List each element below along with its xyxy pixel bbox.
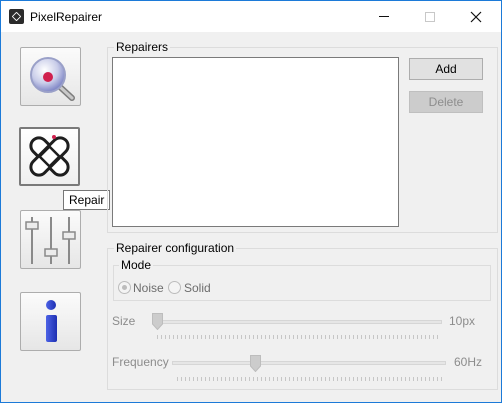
magnifier-icon <box>30 57 75 101</box>
mode-group-label: Mode <box>119 258 154 272</box>
frequency-label: Frequency <box>112 355 169 369</box>
sliders-icon <box>25 217 76 264</box>
size-slider-ticks <box>157 335 440 339</box>
size-label: Size <box>112 314 136 328</box>
solid-radio[interactable] <box>168 281 181 294</box>
add-button[interactable]: Add <box>409 58 483 80</box>
locate-button[interactable] <box>20 47 81 106</box>
close-button[interactable] <box>453 1 499 32</box>
size-slider-track[interactable] <box>152 320 442 324</box>
info-button[interactable] <box>20 292 81 351</box>
noise-radio[interactable] <box>118 281 131 294</box>
size-value: 10px <box>449 314 476 328</box>
solid-radio-label: Solid <box>184 281 211 295</box>
noise-radio-label: Noise <box>133 281 164 295</box>
size-slider-thumb[interactable] <box>152 313 163 330</box>
repairers-group-label: Repairers <box>114 40 171 54</box>
main-panel: Repair Repairers Add Delete Repairer con… <box>1 32 501 402</box>
frequency-slider-ticks <box>177 377 443 381</box>
delete-button[interactable]: Delete <box>409 91 483 113</box>
window-title: PixelRepairer <box>30 10 103 24</box>
configuration-group-label: Repairer configuration <box>114 241 237 255</box>
close-icon <box>470 11 482 22</box>
repairers-list[interactable] <box>112 57 399 227</box>
frequency-slider-thumb[interactable] <box>250 355 261 372</box>
repair-button[interactable] <box>19 127 80 186</box>
minimize-button[interactable] <box>361 1 407 32</box>
frequency-slider-track[interactable] <box>172 361 446 365</box>
repairers-group: Repairers Add Delete <box>107 40 498 233</box>
repairer-configuration-group: Repairer configuration Mode Noise Solid … <box>107 241 498 390</box>
maximize-button[interactable] <box>407 1 453 32</box>
title-bar[interactable]: PixelRepairer <box>1 1 501 32</box>
repair-tooltip: Repair <box>63 190 111 210</box>
settings-button[interactable] <box>20 210 81 269</box>
minimize-icon <box>379 16 389 17</box>
mode-group: Mode Noise Solid <box>113 258 491 301</box>
app-logo-icon <box>9 9 24 24</box>
app-window: PixelRepairer Repair Repairers Add Delet… <box>0 0 502 403</box>
maximize-icon <box>425 11 435 22</box>
frequency-value: 60Hz <box>454 355 483 369</box>
bandage-icon <box>29 135 70 177</box>
info-icon <box>46 300 57 342</box>
